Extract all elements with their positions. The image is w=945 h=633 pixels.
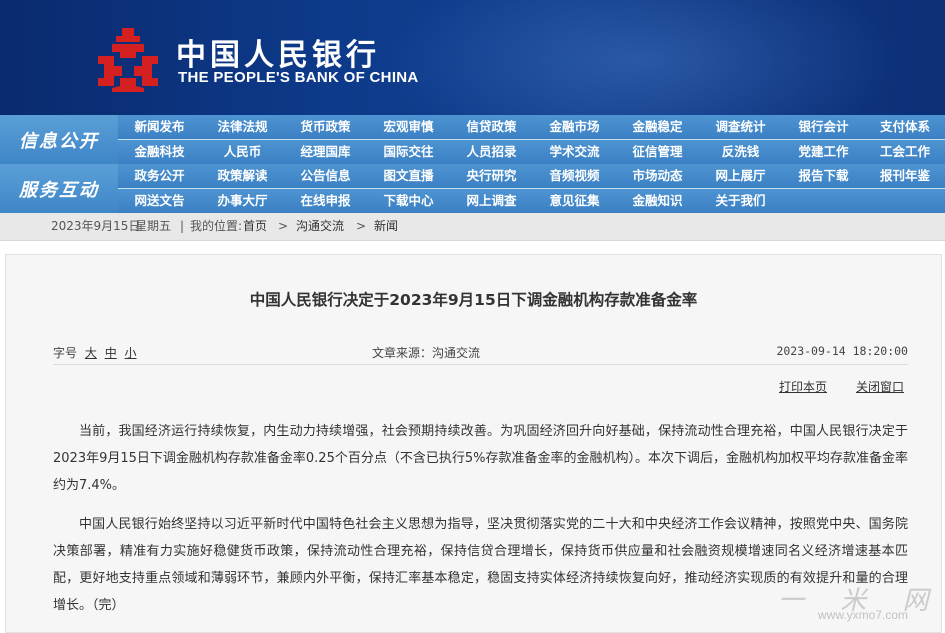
font-size-large-link[interactable]: 大 — [85, 346, 97, 360]
nav-item[interactable]: 报告下载 — [782, 164, 865, 188]
font-size-medium-link[interactable]: 中 — [105, 346, 117, 360]
watermark-url: www.yxmo7.com — [818, 608, 909, 622]
breadcrumb-arrow: > — [356, 219, 367, 233]
nav-item[interactable]: 政务公开 — [118, 164, 201, 188]
current-weekday: 星期五 — [135, 219, 172, 233]
font-size-small-link[interactable]: 小 — [125, 346, 137, 360]
main-nav: 信息公开 新闻发布 法律法规 货币政策 宏观审慎 信贷政策 金融市场 金融稳定 调查统计 银行会… — [0, 115, 945, 214]
nav-item[interactable]: 办事大厅 — [201, 189, 284, 213]
article-panel: 中国人民银行决定于2023年9月15日下调金融机构存款准备金率 字号 大 中 小… — [5, 254, 942, 633]
nav-item[interactable]: 报刊年鉴 — [865, 164, 945, 188]
current-date: 2023年9月15日 — [51, 219, 141, 233]
nav-item[interactable]: 音频视频 — [533, 164, 616, 188]
nav-section-label[interactable]: 服务互动 — [0, 164, 118, 214]
print-page-link[interactable]: 打印本页 — [779, 378, 827, 395]
nav-item[interactable]: 网送文告 — [118, 189, 201, 213]
article-meta: 字号 大 中 小 文章来源：沟通交流 2023-09-14 18:20:00 — [53, 344, 908, 365]
breadcrumb-location-label: 我的位置: — [190, 219, 243, 233]
nav-item[interactable]: 金融科技 — [118, 140, 201, 164]
nav-item[interactable]: 金融市场 — [533, 115, 616, 139]
breadcrumb-page-link[interactable]: 新闻 — [374, 213, 398, 240]
nav-section-service: 服务互动 政务公开 政策解读 公告信息 图文直播 央行研究 音频视频 市场动态 网上展厅 报告下… — [0, 164, 945, 214]
nav-item[interactable]: 信贷政策 — [450, 115, 533, 139]
nav-item[interactable]: 支付体系 — [865, 115, 945, 139]
header-glow — [380, 0, 900, 115]
nav-section-info-public: 信息公开 新闻发布 法律法规 货币政策 宏观审慎 信贷政策 金融市场 金融稳定 调查统计 银行会… — [0, 115, 945, 165]
nav-item[interactable]: 意见征集 — [533, 189, 616, 213]
nav-item[interactable]: 学术交流 — [533, 140, 616, 164]
nav-item[interactable]: 法律法规 — [201, 115, 284, 139]
nav-item — [782, 189, 865, 213]
nav-item[interactable]: 央行研究 — [450, 164, 533, 188]
nav-item[interactable]: 人民币 — [201, 140, 284, 164]
nav-item[interactable]: 经理国库 — [284, 140, 367, 164]
article-source: 文章来源：沟通交流 — [372, 346, 481, 360]
nav-item[interactable]: 货币政策 — [284, 115, 367, 139]
breadcrumb-section-link[interactable]: 沟通交流 — [296, 213, 344, 240]
close-window-link[interactable]: 关闭窗口 — [856, 378, 904, 395]
nav-item[interactable]: 银行会计 — [782, 115, 865, 139]
nav-item[interactable]: 党建工作 — [782, 140, 865, 164]
nav-item[interactable]: 反洗钱 — [699, 140, 782, 164]
nav-item[interactable]: 调查统计 — [699, 115, 782, 139]
article-paragraph: 当前，我国经济运行持续恢复，内生动力持续增强，社会预期持续改善。为巩固经济回升向… — [53, 424, 908, 493]
nav-item[interactable]: 宏观审慎 — [367, 115, 450, 139]
nav-item[interactable]: 市场动态 — [616, 164, 699, 188]
nav-item[interactable]: 网上调查 — [450, 189, 533, 213]
nav-item[interactable]: 征信管理 — [616, 140, 699, 164]
nav-item[interactable]: 图文直播 — [367, 164, 450, 188]
nav-item[interactable]: 关于我们 — [699, 189, 782, 213]
pboc-emblem-icon[interactable] — [92, 26, 164, 92]
nav-item[interactable]: 下载中心 — [367, 189, 450, 213]
bank-name-en: THE PEOPLE'S BANK OF CHINA — [178, 69, 419, 86]
nav-item[interactable]: 公告信息 — [284, 164, 367, 188]
font-size-control: 字号 大 中 小 — [53, 344, 137, 361]
nav-item[interactable]: 新闻发布 — [118, 115, 201, 139]
nav-item[interactable]: 人员招录 — [450, 140, 533, 164]
breadcrumb-separator: | — [180, 219, 185, 233]
font-size-label: 字号 — [53, 346, 78, 360]
breadcrumb: 2023年9月15日 星期五 | 我的位置: 首页 > 沟通交流 > 新闻 — [0, 213, 945, 241]
nav-item[interactable]: 网上展厅 — [699, 164, 782, 188]
bank-name-cn: 中国人民银行 — [176, 38, 380, 73]
article-time: 2023-09-14 18:20:00 — [776, 344, 908, 358]
nav-item[interactable]: 金融稳定 — [616, 115, 699, 139]
nav-grid: 新闻发布 法律法规 货币政策 宏观审慎 信贷政策 金融市场 金融稳定 调查统计 银行会计 支付体系… — [118, 115, 945, 164]
breadcrumb-home-link[interactable]: 首页 — [243, 213, 267, 240]
nav-item[interactable]: 国际交往 — [367, 140, 450, 164]
nav-item — [865, 189, 945, 213]
nav-item[interactable]: 工会工作 — [865, 140, 945, 164]
nav-item[interactable]: 金融知识 — [616, 189, 699, 213]
breadcrumb-arrow: > — [278, 219, 289, 233]
article-title: 中国人民银行决定于2023年9月15日下调金融机构存款准备金率 — [249, 291, 698, 309]
nav-grid: 政务公开 政策解读 公告信息 图文直播 央行研究 音频视频 市场动态 网上展厅 报告下载 报刊年鉴… — [118, 164, 945, 213]
site-header: 中国人民银行 THE PEOPLE'S BANK OF CHINA — [0, 0, 945, 115]
nav-item[interactable]: 在线申报 — [284, 189, 367, 213]
nav-section-label[interactable]: 信息公开 — [0, 115, 118, 165]
nav-item[interactable]: 政策解读 — [201, 164, 284, 188]
